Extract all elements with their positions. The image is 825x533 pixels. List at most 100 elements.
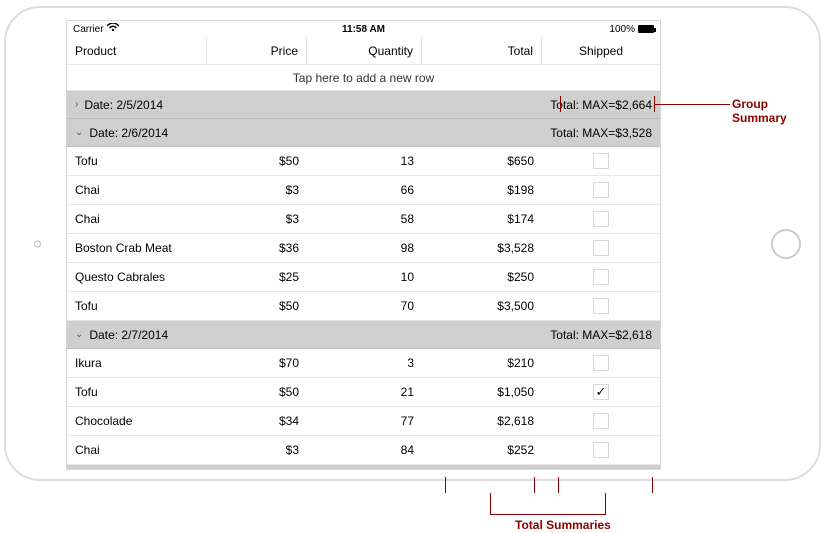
add-new-row[interactable]: Tap here to add a new row <box>67 65 660 91</box>
cell-price: $3 <box>207 176 307 204</box>
shipped-checkbox[interactable] <box>593 413 609 429</box>
cell-total: $650 <box>422 147 542 175</box>
cell-shipped <box>542 436 660 464</box>
carrier-label: Carrier <box>73 24 104 35</box>
cell-total: $250 <box>422 263 542 291</box>
cell-shipped <box>542 292 660 320</box>
total-connector-h <box>490 514 606 515</box>
cell-quantity: 77 <box>307 407 422 435</box>
col-header-total[interactable]: Total <box>422 37 542 64</box>
cell-shipped <box>542 147 660 175</box>
col-header-shipped[interactable]: Shipped <box>542 37 660 64</box>
cell-price: $50 <box>207 378 307 406</box>
cell-total: $198 <box>422 176 542 204</box>
table-row[interactable]: Tofu$5021$1,050 <box>67 378 660 407</box>
status-bar: Carrier 11:58 AM 100% <box>67 21 660 37</box>
shipped-checkbox[interactable] <box>593 182 609 198</box>
group-summary-connector <box>655 104 730 105</box>
home-button[interactable] <box>771 229 801 259</box>
cell-total: $252 <box>422 436 542 464</box>
cell-product: Tofu <box>67 147 207 175</box>
wifi-icon <box>107 23 119 35</box>
cell-price: $50 <box>207 147 307 175</box>
cell-total: $210 <box>422 349 542 377</box>
ipad-frame: Carrier 11:58 AM 100% Product Price <box>4 6 821 481</box>
screen: Carrier 11:58 AM 100% Product Price <box>66 20 661 470</box>
cell-product: Chocolade <box>67 407 207 435</box>
column-header-row: Product Price Quantity Total Shipped <box>67 37 660 65</box>
cell-product: Boston Crab Meat <box>67 234 207 262</box>
table-row[interactable]: Chai$358$174 <box>67 205 660 234</box>
col-header-price[interactable]: Price <box>207 37 307 64</box>
shipped-checkbox[interactable] <box>593 298 609 314</box>
cell-product: Chai <box>67 176 207 204</box>
group-summary-text: Total: MAX=$3,528 <box>542 119 660 146</box>
cell-quantity: 98 <box>307 234 422 262</box>
cell-price: $3 <box>207 436 307 464</box>
group-row[interactable]: ⌄Date: 2/8/2014Total: MAX=$252 <box>67 465 660 470</box>
total-summaries-label: Total Summaries <box>515 518 611 532</box>
add-new-row-label: Tap here to add a new row <box>67 65 660 90</box>
cell-total: $3,528 <box>422 234 542 262</box>
camera-icon <box>34 240 41 247</box>
group-row[interactable]: ⌄ Date: 2/6/2014 Total: MAX=$3,528 <box>67 119 660 147</box>
shipped-checkbox[interactable] <box>593 355 609 371</box>
total-bracket-1 <box>445 477 535 493</box>
cell-price: $3 <box>207 205 307 233</box>
cell-product: Chai <box>67 436 207 464</box>
cell-shipped <box>542 349 660 377</box>
battery-icon <box>638 25 654 33</box>
chevron-right-icon: › <box>75 99 78 110</box>
clock-label: 11:58 AM <box>342 24 385 35</box>
col-header-quantity[interactable]: Quantity <box>307 37 422 64</box>
battery-pct-label: 100% <box>609 24 635 35</box>
total-connector-2 <box>605 493 606 515</box>
cell-price: $50 <box>207 292 307 320</box>
shipped-checkbox[interactable] <box>593 240 609 256</box>
table-row[interactable]: Chocolade$3477$2,618 <box>67 407 660 436</box>
table-row[interactable]: Ikura$703$210 <box>67 349 660 378</box>
cell-shipped <box>542 378 660 406</box>
shipped-checkbox[interactable] <box>593 153 609 169</box>
group-date-label: Date: 2/5/2014 <box>84 98 163 112</box>
group-summary-text: Total: MAX=$2,618 <box>542 321 660 348</box>
shipped-checkbox[interactable] <box>593 211 609 227</box>
group-date-label: Date: 2/6/2014 <box>89 126 168 140</box>
cell-product: Tofu <box>67 378 207 406</box>
cell-price: $34 <box>207 407 307 435</box>
cell-product: Chai <box>67 205 207 233</box>
table-row[interactable]: Tofu$5013$650 <box>67 147 660 176</box>
table-row[interactable]: Questo Cabrales$2510$250 <box>67 263 660 292</box>
cell-quantity: 3 <box>307 349 422 377</box>
cell-total: $3,500 <box>422 292 542 320</box>
cell-shipped <box>542 263 660 291</box>
shipped-checkbox[interactable] <box>593 384 609 400</box>
cell-shipped <box>542 176 660 204</box>
cell-shipped <box>542 205 660 233</box>
chevron-down-icon: ⌄ <box>75 329 83 340</box>
group-row[interactable]: ⌄Date: 2/7/2014Total: MAX=$2,618 <box>67 321 660 349</box>
cell-total: $2,618 <box>422 407 542 435</box>
cell-shipped <box>542 234 660 262</box>
cell-shipped <box>542 407 660 435</box>
cell-product: Questo Cabrales <box>67 263 207 291</box>
table-row[interactable]: Boston Crab Meat$3698$3,528 <box>67 234 660 263</box>
shipped-checkbox[interactable] <box>593 442 609 458</box>
cell-product: Ikura <box>67 349 207 377</box>
total-bracket-2 <box>558 477 653 493</box>
cell-quantity: 84 <box>307 436 422 464</box>
cell-quantity: 13 <box>307 147 422 175</box>
group-summary-label: Group Summary <box>732 97 825 125</box>
table-row[interactable]: Chai$366$198 <box>67 176 660 205</box>
col-header-product[interactable]: Product <box>67 37 207 64</box>
total-connector-1 <box>490 493 491 515</box>
chevron-down-icon: ⌄ <box>75 127 83 138</box>
cell-price: $25 <box>207 263 307 291</box>
shipped-checkbox[interactable] <box>593 269 609 285</box>
table-row[interactable]: Chai$384$252 <box>67 436 660 465</box>
table-row[interactable]: Tofu$5070$3,500 <box>67 292 660 321</box>
cell-product: Tofu <box>67 292 207 320</box>
cell-quantity: 10 <box>307 263 422 291</box>
cell-quantity: 21 <box>307 378 422 406</box>
cell-total: $174 <box>422 205 542 233</box>
